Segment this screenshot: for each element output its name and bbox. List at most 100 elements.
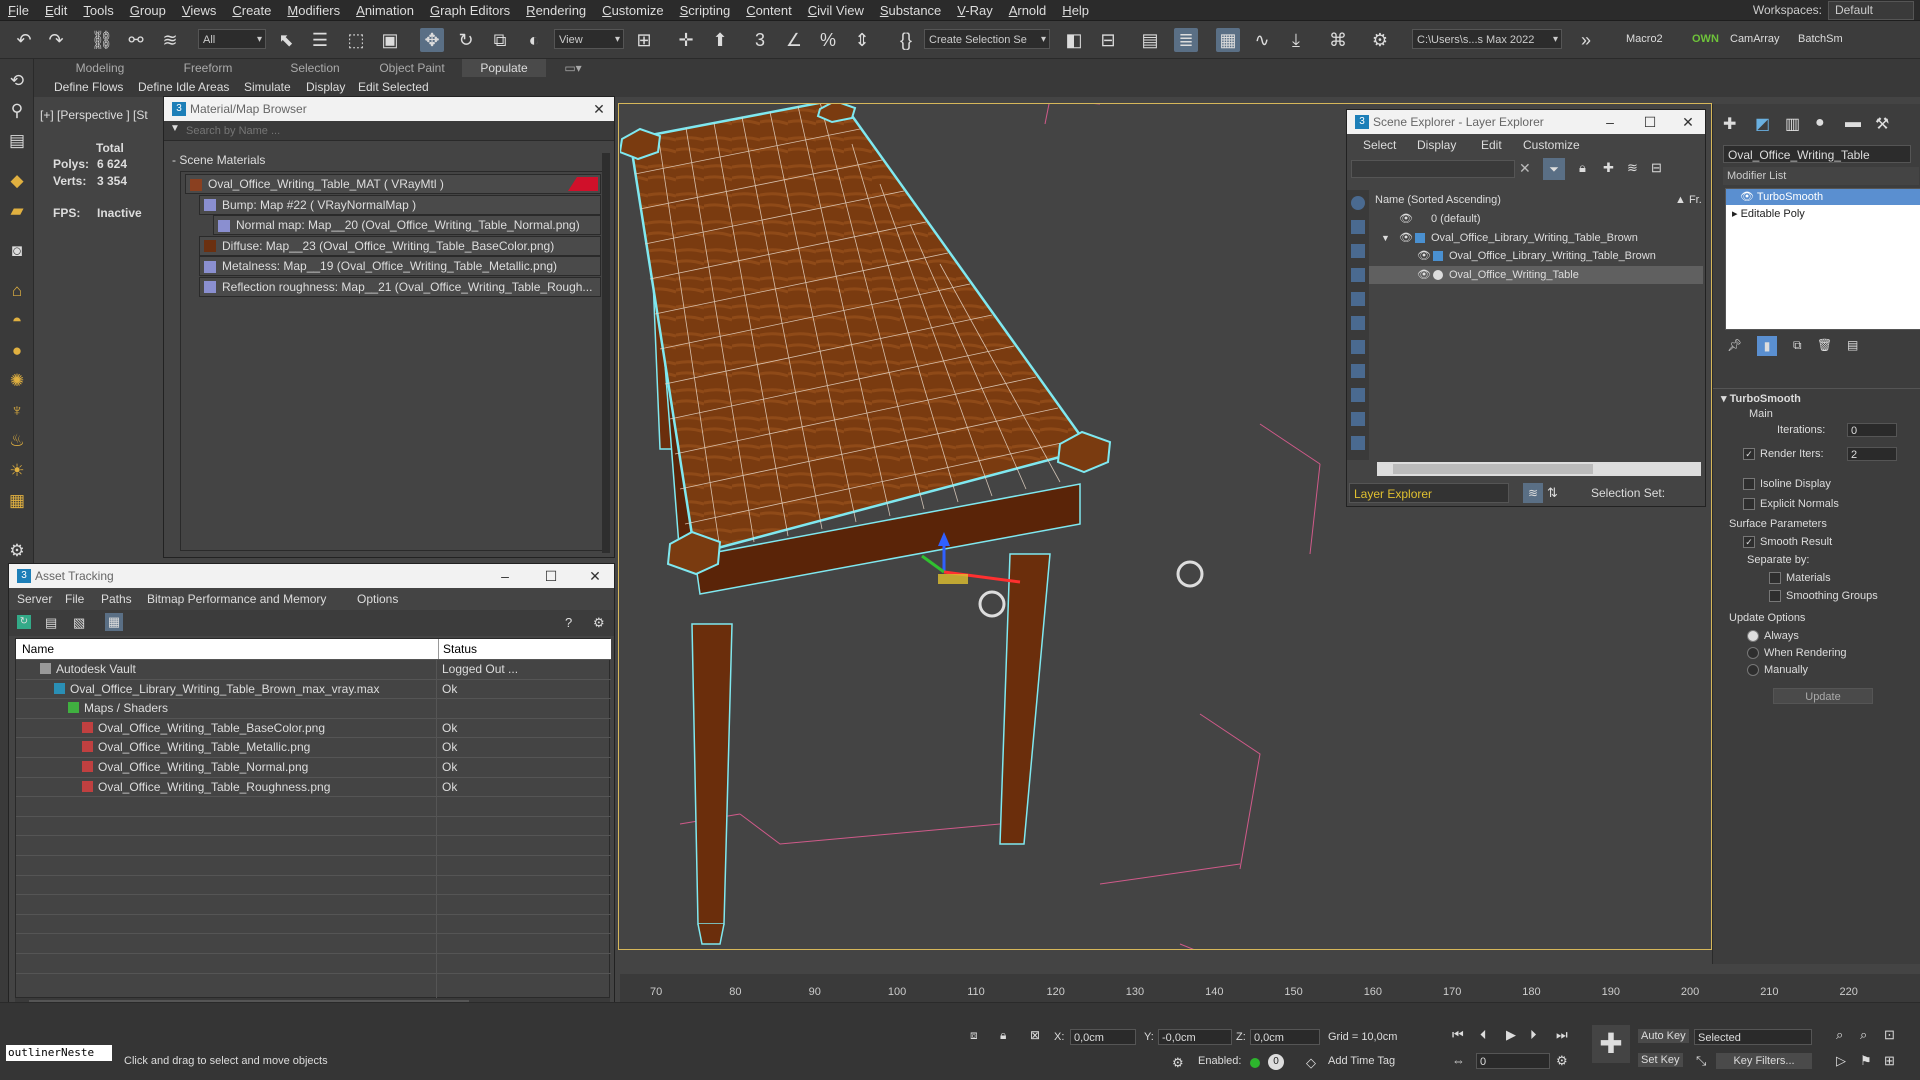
define-flows-button[interactable]: Define Flows: [50, 78, 127, 96]
close-icon[interactable]: ✕: [582, 564, 608, 588]
zoom-all-icon[interactable]: ⌕: [1860, 1027, 1867, 1043]
select-and-rotate-icon[interactable]: ↻: [454, 28, 478, 52]
menu-display[interactable]: Display: [1417, 138, 1456, 152]
menu-edit[interactable]: Edit: [37, 0, 75, 21]
bind-spacewarp-icon[interactable]: ≋: [158, 28, 182, 52]
workspaces-selector[interactable]: Workspaces: Default: [1753, 0, 1914, 21]
enabled-status-icon[interactable]: [1250, 1058, 1260, 1068]
thumbnail-view-icon[interactable]: ▧: [73, 615, 85, 631]
maximize-icon[interactable]: ☐: [1637, 110, 1663, 134]
menu-arnold[interactable]: Arnold: [1001, 0, 1055, 21]
key-selection-dropdown[interactable]: Selected: [1694, 1029, 1812, 1045]
selection-filter-dropdown[interactable]: All: [198, 29, 266, 50]
set-keys-big-icon[interactable]: ✚: [1592, 1025, 1630, 1063]
table-row[interactable]: Maps / Shaders: [16, 699, 611, 718]
remove-modifier-icon[interactable]: 🗑︎: [1817, 338, 1832, 352]
configure-sets-icon[interactable]: ▤: [1847, 338, 1858, 352]
layers-icon[interactable]: ≋: [1627, 160, 1638, 176]
dome-icon[interactable]: ◓: [5, 309, 29, 333]
close-icon[interactable]: ✕: [1675, 110, 1701, 134]
material-tree-item[interactable]: Bump: Map #22 ( VRayNormalMap ): [199, 194, 601, 215]
status-column-header[interactable]: Status: [438, 639, 477, 659]
materials-row[interactable]: Materials: [1769, 572, 1831, 585]
menu-tools[interactable]: Tools: [75, 0, 121, 21]
light-icon[interactable]: ♆: [5, 399, 29, 423]
next-frame-icon[interactable]: ⏵: [1530, 1027, 1537, 1043]
add-time-tag-button[interactable]: Add Time Tag: [1328, 1055, 1395, 1067]
menu-paths[interactable]: Paths: [101, 592, 132, 606]
menu-scripting[interactable]: Scripting: [672, 0, 739, 21]
keyboard-shortcut-icon[interactable]: ⬆: [708, 28, 732, 52]
unlink-icon[interactable]: ⚯: [124, 28, 148, 52]
adaptive-degradation-icon[interactable]: ⚙: [1172, 1055, 1184, 1071]
snaps-toggle-icon[interactable]: 3: [748, 28, 772, 52]
shapes-icon[interactable]: ▰: [5, 199, 29, 223]
menu-graph-editors[interactable]: Graph Editors: [422, 0, 518, 21]
render-iters-row[interactable]: ✓ Render Iters:: [1743, 448, 1824, 461]
menu-file[interactable]: File: [65, 592, 84, 606]
help-icon[interactable]: ?: [565, 615, 572, 630]
settings-icon[interactable]: ⚙: [5, 539, 29, 563]
display-button[interactable]: Display: [302, 78, 349, 96]
menu-bitmap-performance[interactable]: Bitmap Performance and Memory: [147, 592, 326, 606]
expand-arrow-icon[interactable]: ▼: [1381, 229, 1390, 247]
filter-icon[interactable]: ⏷: [1543, 158, 1565, 180]
eye-icon[interactable]: 👁︎: [1740, 191, 1757, 203]
undo-icon[interactable]: ↶: [12, 28, 36, 52]
display-xrefs-icon[interactable]: [1351, 364, 1365, 378]
display-groups-icon[interactable]: [1351, 340, 1365, 354]
minimize-icon[interactable]: –: [1597, 110, 1623, 134]
menu-content[interactable]: Content: [738, 0, 800, 21]
material-tree-item[interactable]: Normal map: Map__20 (Oval_Office_Writing…: [213, 215, 601, 235]
layer-toggle-icon[interactable]: ≋: [1523, 483, 1543, 503]
project-path-dropdown[interactable]: C:\Users\s...s Max 2022: [1412, 29, 1562, 50]
explorer-type-dropdown[interactable]: Layer Explorer: [1349, 483, 1509, 503]
toggle-ribbon-icon[interactable]: ▦: [1216, 28, 1240, 52]
always-radio[interactable]: [1747, 630, 1759, 643]
spinner-snap-icon[interactable]: ⇕: [850, 28, 874, 52]
menu-file[interactable]: File: [0, 0, 37, 21]
pan-icon[interactable]: ▷: [1836, 1053, 1846, 1069]
clear-filter-icon[interactable]: ✕: [1519, 160, 1531, 177]
display-objects-icon[interactable]: [1351, 196, 1365, 210]
column-name-header[interactable]: Name (Sorted Ascending): [1375, 194, 1501, 206]
more-toolbar-icon[interactable]: »: [1574, 28, 1598, 52]
teapot-icon[interactable]: ♨: [5, 429, 29, 453]
toggle-scene-explorer-icon[interactable]: ▤: [1138, 28, 1162, 52]
menu-options[interactable]: Options: [357, 592, 398, 606]
material-tree-item[interactable]: Oval_Office_Writing_Table_MAT ( VRayMtl …: [185, 174, 601, 194]
display-shapes-icon[interactable]: [1351, 220, 1365, 234]
make-unique-icon[interactable]: ⧉: [1793, 338, 1802, 353]
modifier-list-dropdown[interactable]: Modifier List: [1723, 167, 1919, 185]
edit-named-selection-icon[interactable]: {}: [894, 28, 918, 52]
layer-tree-item[interactable]: 👁︎ Oval_Office_Writing_Table: [1369, 265, 1703, 284]
select-object-icon[interactable]: ⬉: [274, 28, 298, 52]
select-and-scale-icon[interactable]: ⧉: [488, 28, 512, 52]
table-row[interactable]: Oval_Office_Writing_Table_Roughness.png O…: [16, 778, 611, 797]
play-icon[interactable]: ▶: [1506, 1027, 1516, 1043]
maxscript-listener[interactable]: outlinerNeste: [6, 1045, 112, 1061]
angle-snap-icon[interactable]: ∠: [782, 28, 806, 52]
menu-create[interactable]: Create: [224, 0, 279, 21]
schematic-view-icon[interactable]: ⤓: [1284, 28, 1308, 52]
minimize-icon[interactable]: –: [492, 564, 518, 588]
layer-horizontal-scrollbar[interactable]: [1377, 462, 1701, 476]
menu-server[interactable]: Server: [17, 592, 52, 606]
go-to-start-icon[interactable]: ⏮: [1452, 1027, 1464, 1043]
material-browser-titlebar[interactable]: 3 Material/Map Browser ✕: [164, 97, 614, 121]
display-tab-icon[interactable]: ▬: [1845, 114, 1861, 132]
visibility-eye-icon[interactable]: 👁︎: [1399, 229, 1413, 247]
smooth-result-checkbox[interactable]: ✓: [1743, 536, 1755, 549]
orbit-icon[interactable]: ⟲: [5, 69, 29, 93]
percent-snap-icon[interactable]: %: [816, 28, 840, 52]
menu-help[interactable]: Help: [1054, 0, 1097, 21]
tag-icon[interactable]: ◇: [1306, 1055, 1316, 1071]
pin-stack-icon[interactable]: 📌︎: [1727, 338, 1742, 352]
link-icon[interactable]: ⛓: [90, 28, 114, 52]
mirror-icon[interactable]: ◧: [1062, 28, 1086, 52]
menu-group[interactable]: Group: [122, 0, 174, 21]
batch-button[interactable]: BatchSm: [1798, 29, 1843, 49]
isoline-display-row[interactable]: Isoline Display: [1743, 478, 1831, 491]
materials-checkbox[interactable]: [1769, 572, 1781, 585]
scroll-thumb[interactable]: [1393, 464, 1593, 474]
